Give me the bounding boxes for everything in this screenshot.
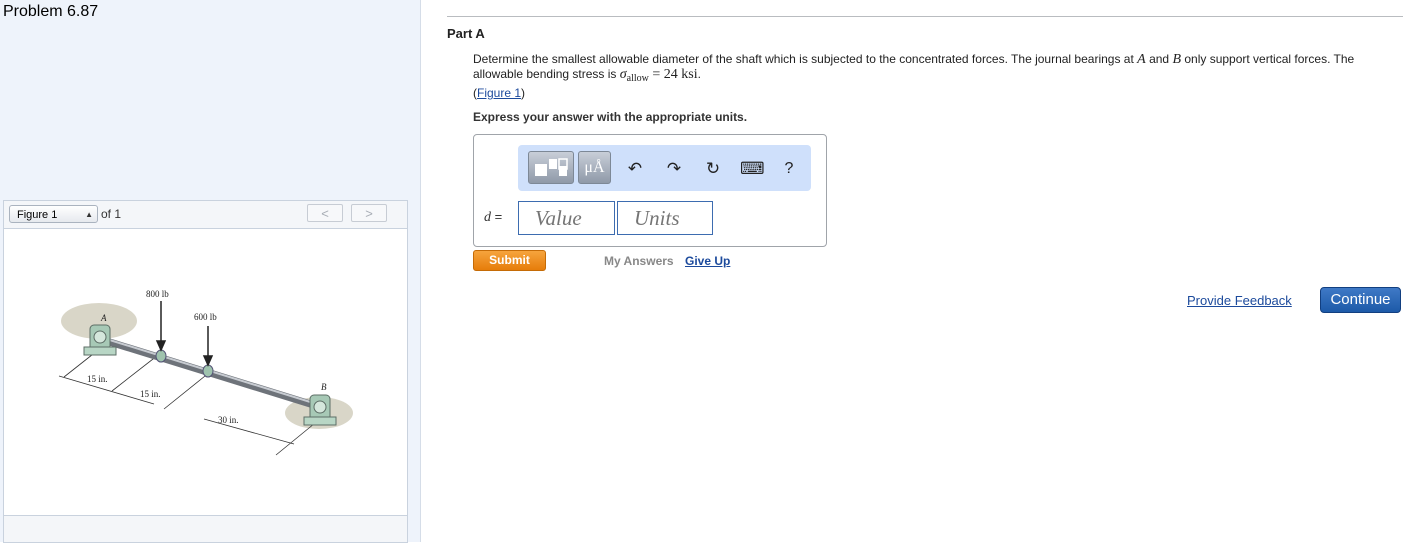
figure-panel: Figure 1 ▲ of 1 < > 800 lb 600 lb A B 15… [3, 200, 408, 543]
select-arrows-icon: ▲ [85, 210, 93, 219]
submit-button[interactable]: Submit [473, 250, 546, 271]
symbol-a: A [1137, 52, 1146, 67]
statement-text-1: Determine the smallest allowable diamete… [473, 52, 1134, 66]
dimension-label-2: 15 in. [140, 389, 161, 399]
previous-figure-button[interactable]: < [307, 204, 343, 222]
figure-footer [4, 515, 407, 542]
divider [447, 16, 1403, 17]
statement-and: and [1149, 52, 1170, 66]
problem-title: Problem 6.87 [3, 3, 99, 20]
provide-feedback-link[interactable]: Provide Feedback [1187, 293, 1292, 308]
stress-value: = 24 ksi [652, 67, 698, 82]
shaft-figure: 800 lb 600 lb A B 15 in. 15 in. 30 in. [58, 289, 353, 456]
problem-sidebar: Problem 6.87 Figure 1 ▲ of 1 < > 800 lb … [0, 0, 421, 543]
figure-count: of 1 [101, 207, 122, 221]
give-up-link[interactable]: Give Up [685, 254, 730, 268]
symbol-b: B [1172, 52, 1181, 67]
templates-button[interactable] [528, 151, 574, 184]
units-button[interactable]: μÅ [578, 151, 611, 184]
equals-sign: = [494, 209, 503, 224]
figure-toolbar: Figure 1 ▲ of 1 < > [4, 201, 407, 229]
variable-symbol: d [484, 210, 491, 225]
redo-icon[interactable]: ↷ [663, 158, 685, 180]
answer-instruction: Express your answer with the appropriate… [473, 110, 748, 124]
point-label-b: B [321, 382, 327, 392]
help-icon[interactable]: ? [778, 158, 800, 180]
point-label-a: A [100, 313, 107, 323]
templates-icon [535, 158, 568, 176]
figure-link[interactable]: Figure 1 [477, 86, 521, 100]
reset-icon[interactable]: ↻ [702, 158, 724, 180]
variable-label: d = [484, 209, 502, 226]
sigma-subscript: allow [626, 73, 649, 84]
force-label-800: 800 lb [146, 289, 169, 299]
continue-button[interactable]: Continue [1320, 287, 1401, 313]
problem-statement: Determine the smallest allowable diamete… [473, 52, 1393, 101]
next-figure-button[interactable]: > [351, 204, 387, 222]
part-title: Part A [447, 26, 485, 41]
undo-icon[interactable]: ↶ [624, 158, 646, 180]
dimension-label-1: 15 in. [87, 374, 108, 384]
statement-period: . [697, 67, 701, 81]
my-answers-label: My Answers [604, 254, 674, 268]
figure-select-value: Figure 1 [17, 209, 58, 221]
figure-link-close: ) [521, 86, 526, 100]
math-toolbar: μÅ ↶ ↷ ↻ ⌨ ? [518, 145, 811, 191]
force-label-600: 600 lb [194, 312, 217, 322]
keyboard-icon[interactable]: ⌨ [740, 158, 765, 180]
sigma-allow-expression: σallow = 24 ksi [619, 67, 698, 84]
figure-select[interactable]: Figure 1 ▲ [9, 205, 98, 223]
sigma-symbol: σ [619, 67, 627, 82]
units-input[interactable] [617, 201, 713, 235]
dimension-label-3: 30 in. [218, 415, 239, 425]
value-input[interactable] [518, 201, 615, 235]
answer-box: μÅ ↶ ↷ ↻ ⌨ ? d = [473, 134, 827, 247]
